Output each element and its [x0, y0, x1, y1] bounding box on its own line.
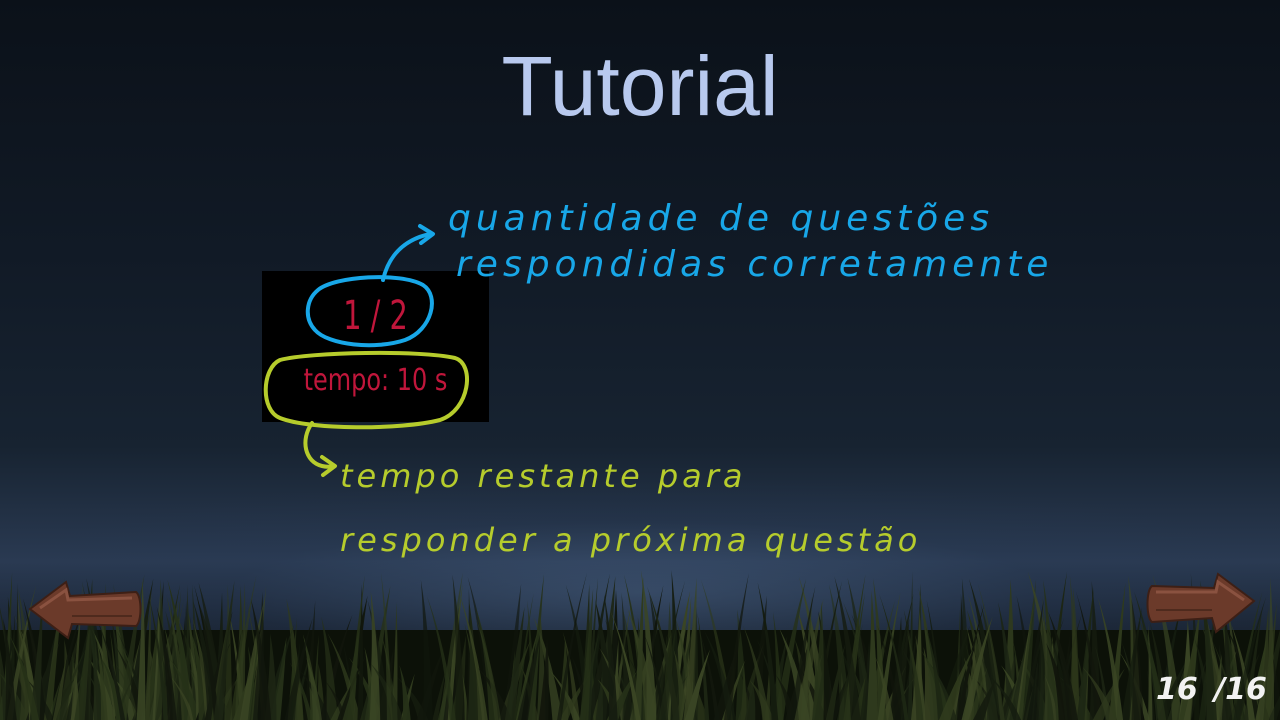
wooden-arrow-right-icon — [1146, 572, 1256, 634]
prev-page-button[interactable] — [28, 578, 143, 640]
wooden-arrow-left-icon — [28, 580, 142, 640]
hud-example-panel: 1 / 2 tempo: 10 s — [262, 271, 489, 422]
timer-annotation-line2: responder a próxima questão — [340, 521, 922, 559]
score-annotation: quantidade de questões respondidas corre… — [448, 196, 1053, 288]
page-total: 16 — [1225, 672, 1267, 707]
score-annotation-line1: quantidade de questões — [448, 198, 995, 239]
score-annotation-line2: respondidas corretamente — [456, 244, 1054, 285]
hud-timer: tempo: 10 s — [303, 363, 448, 398]
next-page-button[interactable] — [1146, 572, 1256, 634]
yellow-arrow-marker — [303, 421, 336, 469]
timer-annotation-line1: tempo restante para — [340, 457, 747, 495]
page-current: 16 — [1156, 672, 1198, 707]
page-title: Tutorial — [501, 39, 779, 133]
hud-score: 1 / 2 — [343, 293, 408, 339]
tutorial-screen: Tutorial 1 / 2 tempo: 10 s quantidade de… — [0, 0, 1280, 720]
page-separator: / — [1214, 672, 1226, 707]
page-counter: 16 /16 — [1156, 672, 1267, 707]
timer-annotation: tempo restante para responder a próxima … — [340, 444, 921, 572]
